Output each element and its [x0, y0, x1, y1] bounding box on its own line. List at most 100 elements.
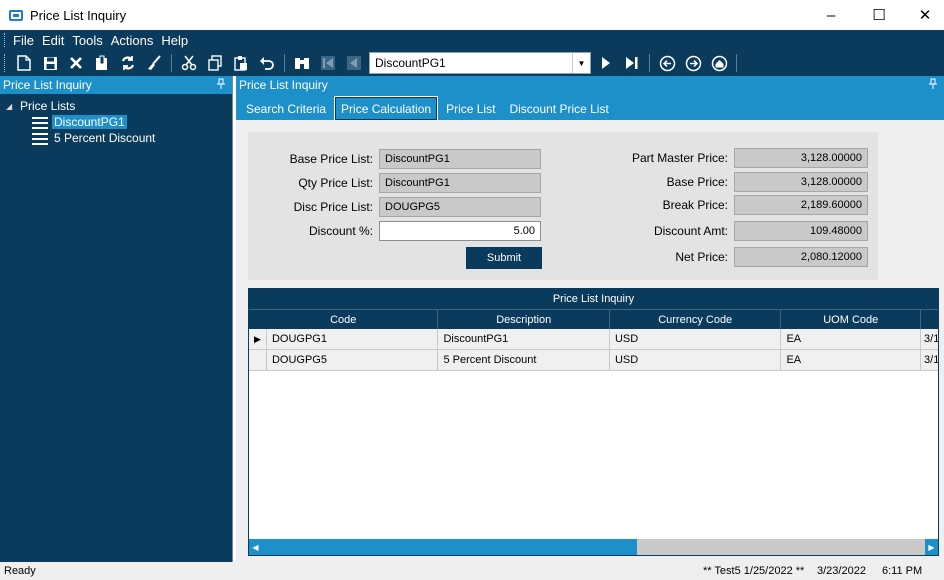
cell-overflow[interactable]: 3/1 [921, 350, 938, 370]
cell-uom-code[interactable]: EA [781, 329, 922, 349]
menu-edit[interactable]: Edit [42, 33, 64, 48]
discount-amt-field[interactable]: 109.48000 [734, 221, 868, 241]
tab-bar: Search Criteria Price Calculation Price … [236, 94, 944, 120]
search-binoculars-icon[interactable] [289, 52, 315, 74]
detail-panel: Price List Inquiry Search Criteria Price… [236, 76, 944, 562]
row-selector[interactable] [249, 350, 267, 370]
cell-overflow[interactable]: 3/1 [921, 329, 938, 349]
status-text: Ready [4, 565, 36, 577]
horizontal-scrollbar[interactable]: ◀ ▶ [249, 539, 938, 555]
cell-description[interactable]: 5 Percent Discount [438, 350, 610, 370]
title-bar: Price List Inquiry – ☐ ✕ [0, 0, 944, 30]
chevron-down-icon[interactable]: ▼ [572, 53, 590, 73]
refresh-icon[interactable] [115, 52, 141, 74]
discount-pct-input[interactable]: 5.00 [379, 221, 541, 241]
price-calculation-form: Base Price List: DiscountPG1 Qty Price L… [248, 132, 878, 280]
break-price-field[interactable]: 2,189.60000 [734, 195, 868, 215]
column-header-currency-code[interactable]: Currency Code [610, 310, 782, 329]
grid-title: Price List Inquiry [249, 289, 938, 309]
toolbar-separator [284, 54, 285, 72]
table-row[interactable]: DOUGPG5 5 Percent Discount USD EA 3/1 [249, 350, 938, 371]
disc-price-list-field[interactable]: DOUGPG5 [379, 197, 541, 217]
cell-currency-code[interactable]: USD [610, 329, 782, 349]
tree-panel: Price List Inquiry ◢ Price Lists Discoun… [0, 76, 233, 562]
scroll-left-icon[interactable]: ◀ [249, 539, 262, 555]
toolbar-grip[interactable] [4, 54, 7, 72]
menu-file[interactable]: File [13, 33, 34, 48]
base-price-label: Base Price: [666, 175, 728, 189]
menu-help[interactable]: Help [161, 33, 188, 48]
toolbar-separator [171, 54, 172, 72]
cell-code[interactable]: DOUGPG5 [267, 350, 439, 370]
pin-icon[interactable] [928, 78, 938, 92]
net-price-label: Net Price: [675, 250, 728, 264]
discount-pct-label: Discount %: [308, 224, 373, 238]
menu-tools[interactable]: Tools [72, 33, 102, 48]
price-list-grid: Price List Inquiry Code Description Curr… [248, 288, 939, 556]
next-record-icon[interactable] [593, 52, 619, 74]
row-selector-arrow-icon[interactable]: ▶ [249, 329, 267, 349]
tab-content: Base Price List: DiscountPG1 Qty Price L… [236, 120, 944, 562]
base-price-field[interactable]: 3,128.00000 [734, 172, 868, 192]
menu-actions[interactable]: Actions [111, 33, 154, 48]
net-price-field[interactable]: 2,080.12000 [734, 247, 868, 267]
column-header-overflow[interactable] [921, 310, 938, 329]
expand-triangle-icon[interactable]: ◢ [6, 102, 18, 111]
close-button[interactable]: ✕ [902, 0, 944, 30]
delete-icon[interactable] [63, 52, 89, 74]
qty-price-list-label: Qty Price List: [298, 176, 373, 190]
tab-price-list[interactable]: Price List [440, 98, 501, 120]
save-icon[interactable] [37, 52, 63, 74]
column-header-description[interactable]: Description [438, 310, 610, 329]
home-icon[interactable] [706, 52, 732, 74]
price-list-tree: ◢ Price Lists DiscountPG1 5 Percent Disc… [0, 94, 232, 146]
submit-button[interactable]: Submit [466, 247, 542, 269]
detail-panel-title: Price List Inquiry [239, 78, 328, 92]
column-header-uom-code[interactable]: UOM Code [781, 310, 922, 329]
tab-search-criteria[interactable]: Search Criteria [240, 98, 332, 120]
first-record-icon[interactable] [315, 52, 341, 74]
maximize-button[interactable]: ☐ [856, 0, 902, 30]
toolbar: DiscountPG1 ▼ [0, 50, 944, 76]
part-master-price-field[interactable]: 3,128.00000 [734, 148, 868, 168]
minimize-button[interactable]: – [808, 0, 854, 30]
pin-icon[interactable] [216, 78, 226, 92]
tab-discount-price-list[interactable]: Discount Price List [503, 98, 614, 120]
toolbar-separator [649, 54, 650, 72]
tree-item-label: DiscountPG1 [52, 115, 127, 129]
undo-icon[interactable] [254, 52, 280, 74]
tree-item-5-percent-discount[interactable]: 5 Percent Discount [6, 130, 232, 146]
menu-grip[interactable] [4, 33, 7, 47]
tab-price-calculation[interactable]: Price Calculation [334, 96, 439, 120]
forward-icon[interactable] [680, 52, 706, 74]
scrollbar-thumb[interactable] [262, 539, 637, 555]
copy-icon[interactable] [202, 52, 228, 74]
paste-icon[interactable] [228, 52, 254, 74]
qty-price-list-field[interactable]: DiscountPG1 [379, 173, 541, 193]
record-selector[interactable]: DiscountPG1 ▼ [369, 52, 591, 74]
clear-icon[interactable] [141, 52, 167, 74]
cell-code[interactable]: DOUGPG1 [267, 329, 439, 349]
tree-item-label: 5 Percent Discount [54, 131, 156, 145]
status-date: 3/23/2022 [817, 565, 866, 577]
cell-uom-code[interactable]: EA [781, 350, 922, 370]
base-price-list-field[interactable]: DiscountPG1 [379, 149, 541, 169]
last-record-icon[interactable] [619, 52, 645, 74]
table-row[interactable]: ▶ DOUGPG1 DiscountPG1 USD EA 3/1 [249, 329, 938, 350]
attachment-icon[interactable] [89, 52, 115, 74]
tree-item-discountpg1[interactable]: DiscountPG1 [6, 114, 232, 130]
disc-price-list-row: Disc Price List: DOUGPG5 [248, 197, 541, 217]
new-icon[interactable] [11, 52, 37, 74]
window-title: Price List Inquiry [30, 7, 127, 23]
previous-record-icon[interactable] [341, 52, 367, 74]
cell-currency-code[interactable]: USD [610, 350, 782, 370]
app-icon [9, 9, 23, 21]
discount-pct-row: Discount %: 5.00 [248, 221, 541, 241]
cut-icon[interactable] [176, 52, 202, 74]
back-icon[interactable] [654, 52, 680, 74]
scroll-right-icon[interactable]: ▶ [925, 539, 938, 555]
column-header-code[interactable]: Code [249, 310, 439, 329]
cell-description[interactable]: DiscountPG1 [438, 329, 610, 349]
break-price-row: Break Price: 2,189.60000 [588, 195, 868, 215]
tree-root-price-lists[interactable]: ◢ Price Lists [6, 98, 232, 114]
